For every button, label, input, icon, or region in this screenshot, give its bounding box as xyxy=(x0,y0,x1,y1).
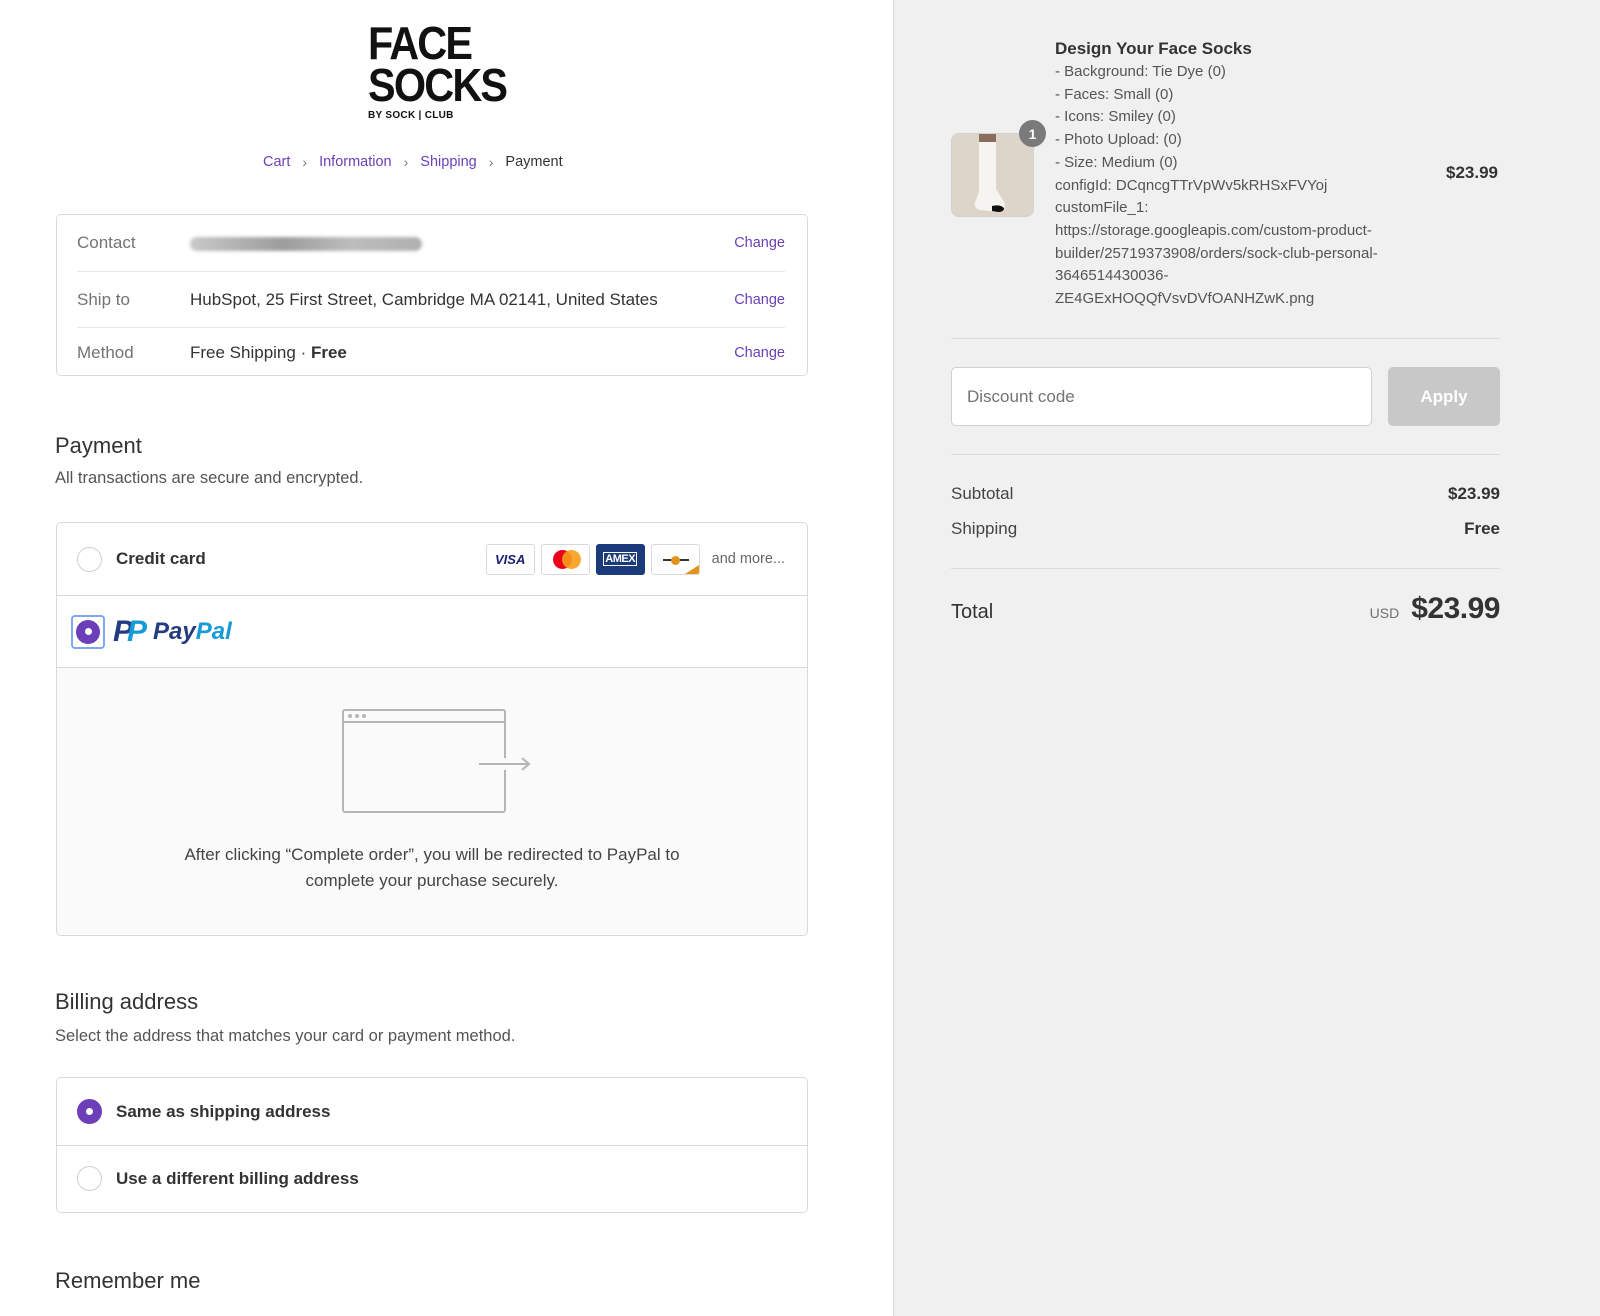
remember-me-heading: Remember me xyxy=(55,1268,201,1293)
product-detail: builder/25719373908/orders/sock-club-per… xyxy=(1055,244,1378,262)
visa-text: VISA xyxy=(494,551,526,567)
product-price: $23.99 xyxy=(1446,163,1498,182)
currency-code: USD xyxy=(1369,605,1400,621)
review-row-ship-to: Ship to HubSpot, 25 First Street, Cambri… xyxy=(77,271,785,327)
paypal-radio-focus[interactable] xyxy=(71,614,105,649)
total-amount: $23.99 xyxy=(1411,592,1500,625)
contact-value-redacted xyxy=(190,233,734,253)
breadcrumb: Cart › Information › Shipping › Payment xyxy=(263,154,563,170)
subtotal-row: Subtotal $23.99 xyxy=(951,484,1500,504)
method-name: Free Shipping · xyxy=(190,342,311,362)
shipping-label: Shipping xyxy=(951,519,1018,538)
logo-subtitle: BY SOCK | CLUB xyxy=(368,110,454,121)
billing-address-box: Same as shipping address Use a different… xyxy=(56,1077,808,1213)
redacted-email xyxy=(190,236,422,251)
review-row-contact: Contact Change xyxy=(77,215,785,271)
product-thumbnail xyxy=(951,133,1034,217)
product-detail: - Size: Medium (0) xyxy=(1055,153,1178,171)
apply-discount-button[interactable]: Apply xyxy=(1388,367,1500,426)
change-ship-to-link[interactable]: Change xyxy=(734,292,785,308)
ship-to-label: Ship to xyxy=(77,289,130,309)
payment-subtitle: All transactions are secure and encrypte… xyxy=(55,469,364,487)
paypal-logo: PP Pay Pal xyxy=(113,615,232,649)
paypal-logo-pay: Pay xyxy=(153,617,196,645)
billing-subtitle: Select the address that matches your car… xyxy=(55,1027,516,1045)
breadcrumb-cart[interactable]: Cart xyxy=(263,154,290,170)
chevron-right-icon: › xyxy=(488,154,494,170)
face-socks-logo[interactable]: FACE SOCKS BY SOCK | CLUB xyxy=(368,17,508,121)
breadcrumb-shipping[interactable]: Shipping xyxy=(420,154,476,170)
product-detail: customFile_1: xyxy=(1055,199,1149,217)
and-more-cards: and more... xyxy=(711,551,785,567)
paypal-logo-pal: Pal xyxy=(195,617,232,645)
ship-to-value: HubSpot, 25 First Street, Cambridge MA 0… xyxy=(190,289,658,309)
mastercard-icon xyxy=(540,543,590,575)
shipping-row: Shipping Free xyxy=(951,519,1500,539)
payment-methods-box: Credit card VISA AMEX and more... PP Pay… xyxy=(56,522,808,936)
browser-redirect-icon xyxy=(342,709,531,813)
payment-option-credit-card[interactable]: Credit card VISA AMEX and more... xyxy=(57,523,807,595)
billing-option-different[interactable]: Use a different billing address xyxy=(77,1145,787,1212)
method-price: Free xyxy=(310,342,347,362)
different-address-label: Use a different billing address xyxy=(116,1168,359,1188)
subtotal-value: $23.99 xyxy=(1448,484,1500,503)
review-row-method: Method Free Shipping · Free Change xyxy=(77,327,785,377)
paypal-redirect-panel: After clicking “Complete order”, you wil… xyxy=(57,667,807,935)
product-detail: https://storage.googleapis.com/custom-pr… xyxy=(1055,221,1372,239)
checkout-main: FACE SOCKS BY SOCK | CLUB Cart › Informa… xyxy=(0,0,893,1316)
discover-icon xyxy=(650,543,700,575)
breadcrumb-information[interactable]: Information xyxy=(319,154,392,170)
total-row: Total USD $23.99 xyxy=(951,592,1500,626)
billing-heading: Billing address xyxy=(55,989,199,1014)
chevron-right-icon: › xyxy=(302,154,308,170)
logo-line-2: SOCKS xyxy=(368,59,508,111)
summary-divider xyxy=(951,454,1500,455)
change-method-link[interactable]: Change xyxy=(734,345,785,361)
paypal-p-icon: P xyxy=(113,614,133,648)
paypal-redirect-text: After clicking “Complete order”, you wil… xyxy=(184,845,680,890)
same-address-radio[interactable] xyxy=(77,1099,102,1124)
subtotal-label: Subtotal xyxy=(951,484,1014,503)
product-detail: 3646514430036- xyxy=(1055,267,1169,285)
payment-heading: Payment xyxy=(55,433,142,458)
visa-icon: VISA xyxy=(485,543,535,575)
paypal-radio[interactable] xyxy=(76,619,100,644)
same-address-label: Same as shipping address xyxy=(116,1101,331,1121)
chevron-right-icon: › xyxy=(403,154,409,170)
logo-line-1: FACE xyxy=(368,17,473,69)
product-detail: - Icons: Smiley (0) xyxy=(1055,108,1176,126)
summary-divider xyxy=(951,338,1500,339)
product-detail: - Background: Tie Dye (0) xyxy=(1055,63,1226,80)
product-detail: ZE4GExHOQQfVsvDVfOANHZwK.png xyxy=(1055,290,1315,308)
billing-option-same[interactable]: Same as shipping address xyxy=(77,1078,787,1145)
product-title: Design Your Face Socks xyxy=(1055,39,1252,58)
total-label: Total xyxy=(951,601,994,623)
shipping-value: Free xyxy=(1464,519,1500,538)
product-info: Design Your Face Socks - Background: Tie… xyxy=(1055,38,1415,311)
product-detail: configId: DCqncgTTrVpWv5kRHSxFVYoj xyxy=(1055,176,1328,194)
payment-option-paypal[interactable]: PP Pay Pal xyxy=(57,595,807,667)
product-detail: - Photo Upload: (0) xyxy=(1055,131,1182,149)
credit-card-label: Credit card xyxy=(116,549,206,568)
summary-divider xyxy=(951,568,1500,569)
card-brand-icons: VISA AMEX and more... xyxy=(485,543,785,575)
order-review-box: Contact Change Ship to HubSpot, 25 First… xyxy=(56,214,808,376)
total-amount-group: USD $23.99 xyxy=(1369,592,1501,626)
method-label: Method xyxy=(77,342,134,362)
breadcrumb-payment: Payment xyxy=(505,154,563,170)
credit-card-radio[interactable] xyxy=(77,546,102,572)
sock-image xyxy=(952,134,1033,216)
different-address-radio[interactable] xyxy=(77,1166,102,1191)
discount-code-input[interactable] xyxy=(951,367,1372,426)
product-detail: - Faces: Small (0) xyxy=(1055,85,1174,103)
change-contact-link[interactable]: Change xyxy=(734,235,785,251)
quantity-badge: 1 xyxy=(1019,120,1046,147)
contact-label: Contact xyxy=(77,233,136,252)
amex-text: AMEX xyxy=(603,552,638,566)
paypal-p-icon-overlay: P xyxy=(127,614,148,648)
method-value: Free Shipping · Free xyxy=(190,343,734,363)
amex-icon: AMEX xyxy=(595,543,645,575)
